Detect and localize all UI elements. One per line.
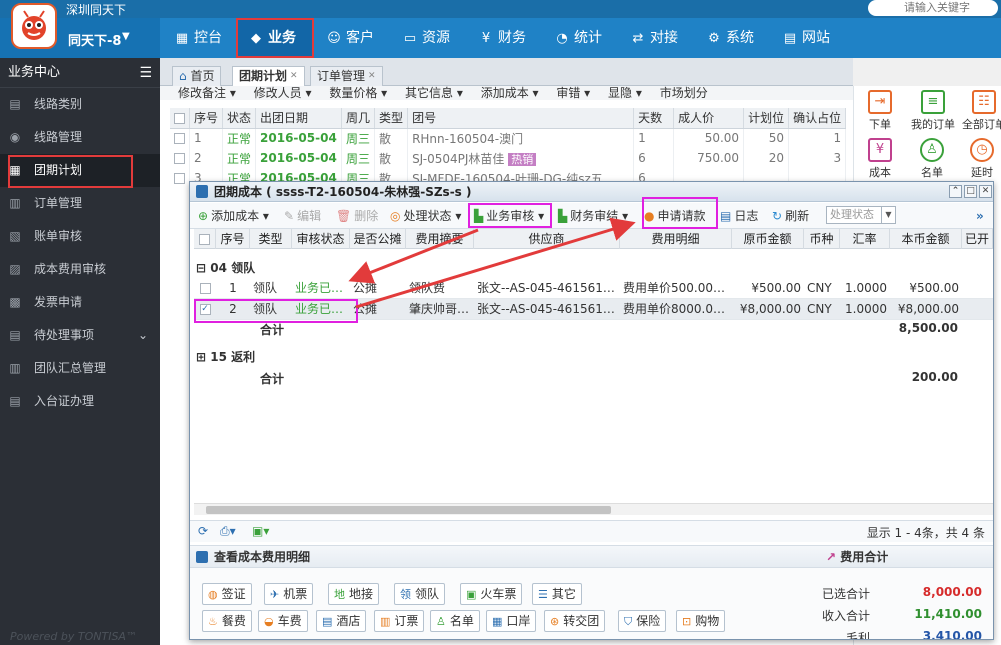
arrow-to-apply-payment xyxy=(355,217,636,309)
app-logo[interactable] xyxy=(11,3,57,49)
annotation-arrows xyxy=(348,217,636,309)
arrow-to-audit-status xyxy=(348,228,479,284)
ant-mascot-icon xyxy=(22,10,46,40)
